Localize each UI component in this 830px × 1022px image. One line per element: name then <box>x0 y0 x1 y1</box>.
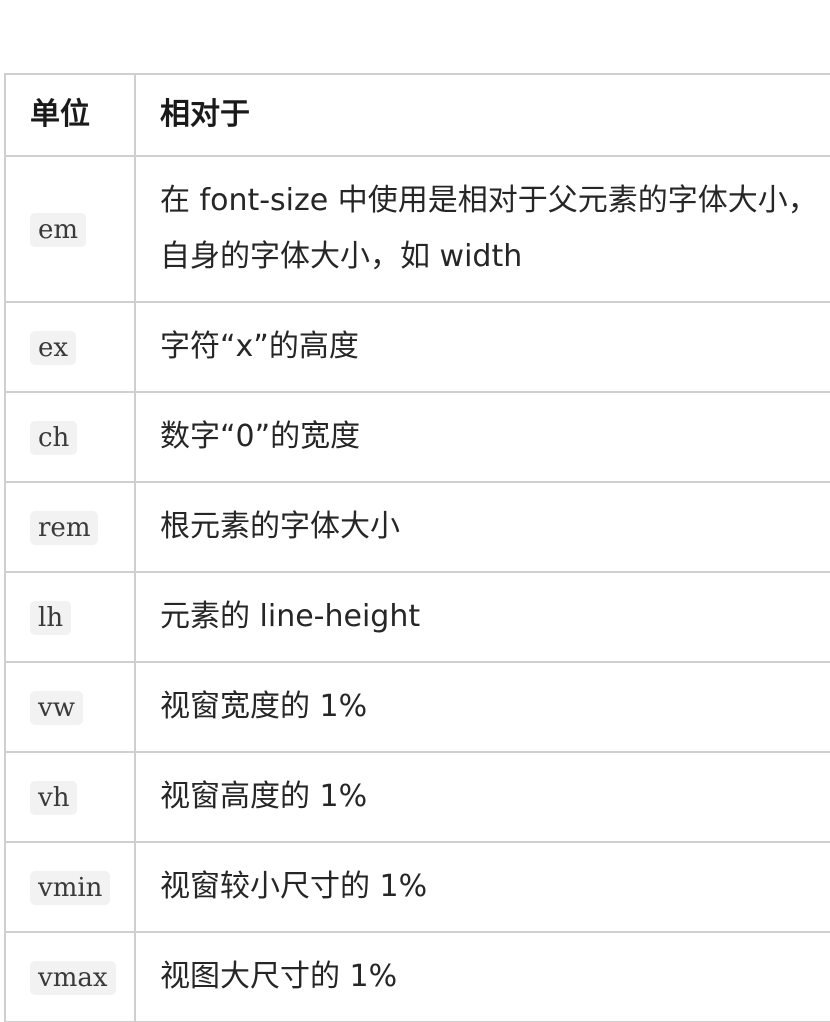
description-cell: 数字“0”的宽度 <box>134 391 830 483</box>
table-row: rem 根元素的字体大小 <box>4 481 830 573</box>
table-row: vh 视窗高度的 1% <box>4 751 830 843</box>
description-cell: 元素的 line-height <box>134 571 830 663</box>
table-row: vmin 视窗较小尺寸的 1% <box>4 841 830 933</box>
unit-cell: lh <box>4 571 136 663</box>
header-unit: 单位 <box>4 73 136 157</box>
description-cell: 字符“x”的高度 <box>134 301 830 393</box>
unit-code: vmin <box>30 871 111 905</box>
unit-cell: vmax <box>4 931 136 1022</box>
table-row: vmax 视图大尺寸的 1% <box>4 931 830 1022</box>
unit-cell: em <box>4 155 136 303</box>
table-row: em 在 font-size 中使用是相对于父元素的字体大小， 自身的字体大小，… <box>4 155 830 303</box>
description-cell: 在 font-size 中使用是相对于父元素的字体大小， 自身的字体大小，如 w… <box>134 155 830 303</box>
unit-code: vmax <box>30 961 116 995</box>
unit-cell: rem <box>4 481 136 573</box>
unit-code: ch <box>30 421 78 455</box>
unit-code: em <box>30 213 87 247</box>
unit-cell: vh <box>4 751 136 843</box>
unit-code: lh <box>30 601 72 635</box>
description-line: 在 font-size 中使用是相对于父元素的字体大小， <box>160 183 818 218</box>
unit-code: vh <box>30 781 78 815</box>
unit-cell: ch <box>4 391 136 483</box>
unit-cell: ex <box>4 301 136 393</box>
units-table-container: 单位 相对于 em 在 font-size 中使用是相对于父元素的字体大小， 自… <box>4 73 830 1022</box>
unit-cell: vmin <box>4 841 136 933</box>
unit-code: vw <box>30 691 83 725</box>
unit-code: rem <box>30 511 99 545</box>
description-cell: 视窗较小尺寸的 1% <box>134 841 830 933</box>
description-line: 自身的字体大小，如 width <box>160 239 523 274</box>
table-row: vw 视窗宽度的 1% <box>4 661 830 753</box>
description-cell: 视窗宽度的 1% <box>134 661 830 753</box>
css-units-table: 单位 相对于 em 在 font-size 中使用是相对于父元素的字体大小， 自… <box>4 73 830 1022</box>
unit-code: ex <box>30 331 77 365</box>
table-header-row: 单位 相对于 <box>4 73 830 157</box>
table-row: ch 数字“0”的宽度 <box>4 391 830 483</box>
unit-cell: vw <box>4 661 136 753</box>
description-cell: 视窗高度的 1% <box>134 751 830 843</box>
table-row: ex 字符“x”的高度 <box>4 301 830 393</box>
description-cell: 视图大尺寸的 1% <box>134 931 830 1022</box>
header-relative-to: 相对于 <box>134 73 830 157</box>
description-cell: 根元素的字体大小 <box>134 481 830 573</box>
table-row: lh 元素的 line-height <box>4 571 830 663</box>
